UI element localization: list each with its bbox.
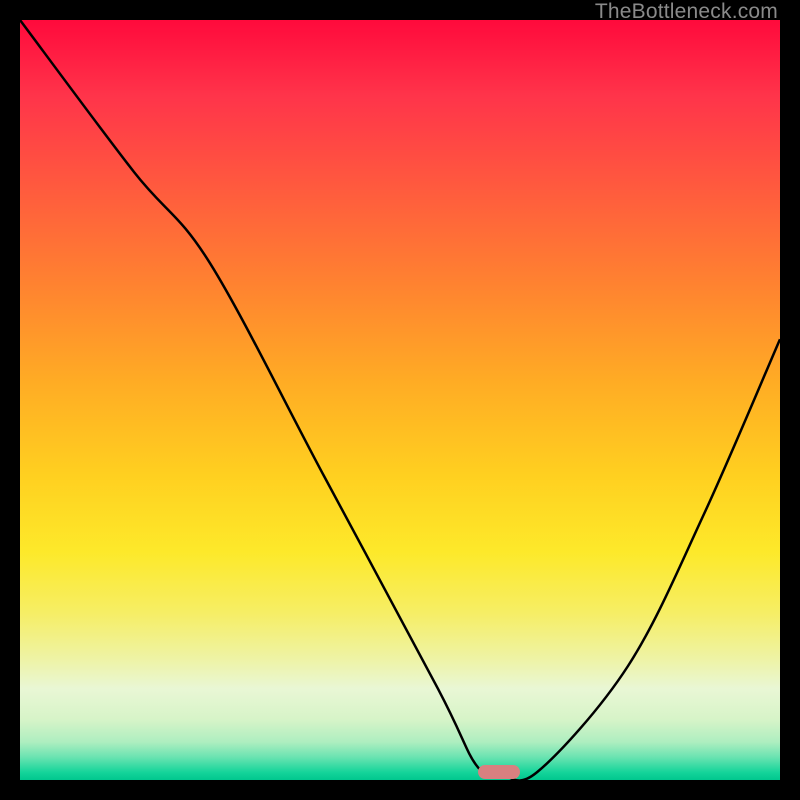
bottleneck-curve (20, 20, 780, 780)
chart-plot-area (20, 20, 780, 780)
watermark-text: TheBottleneck.com (595, 0, 778, 24)
optimal-marker (478, 765, 520, 779)
